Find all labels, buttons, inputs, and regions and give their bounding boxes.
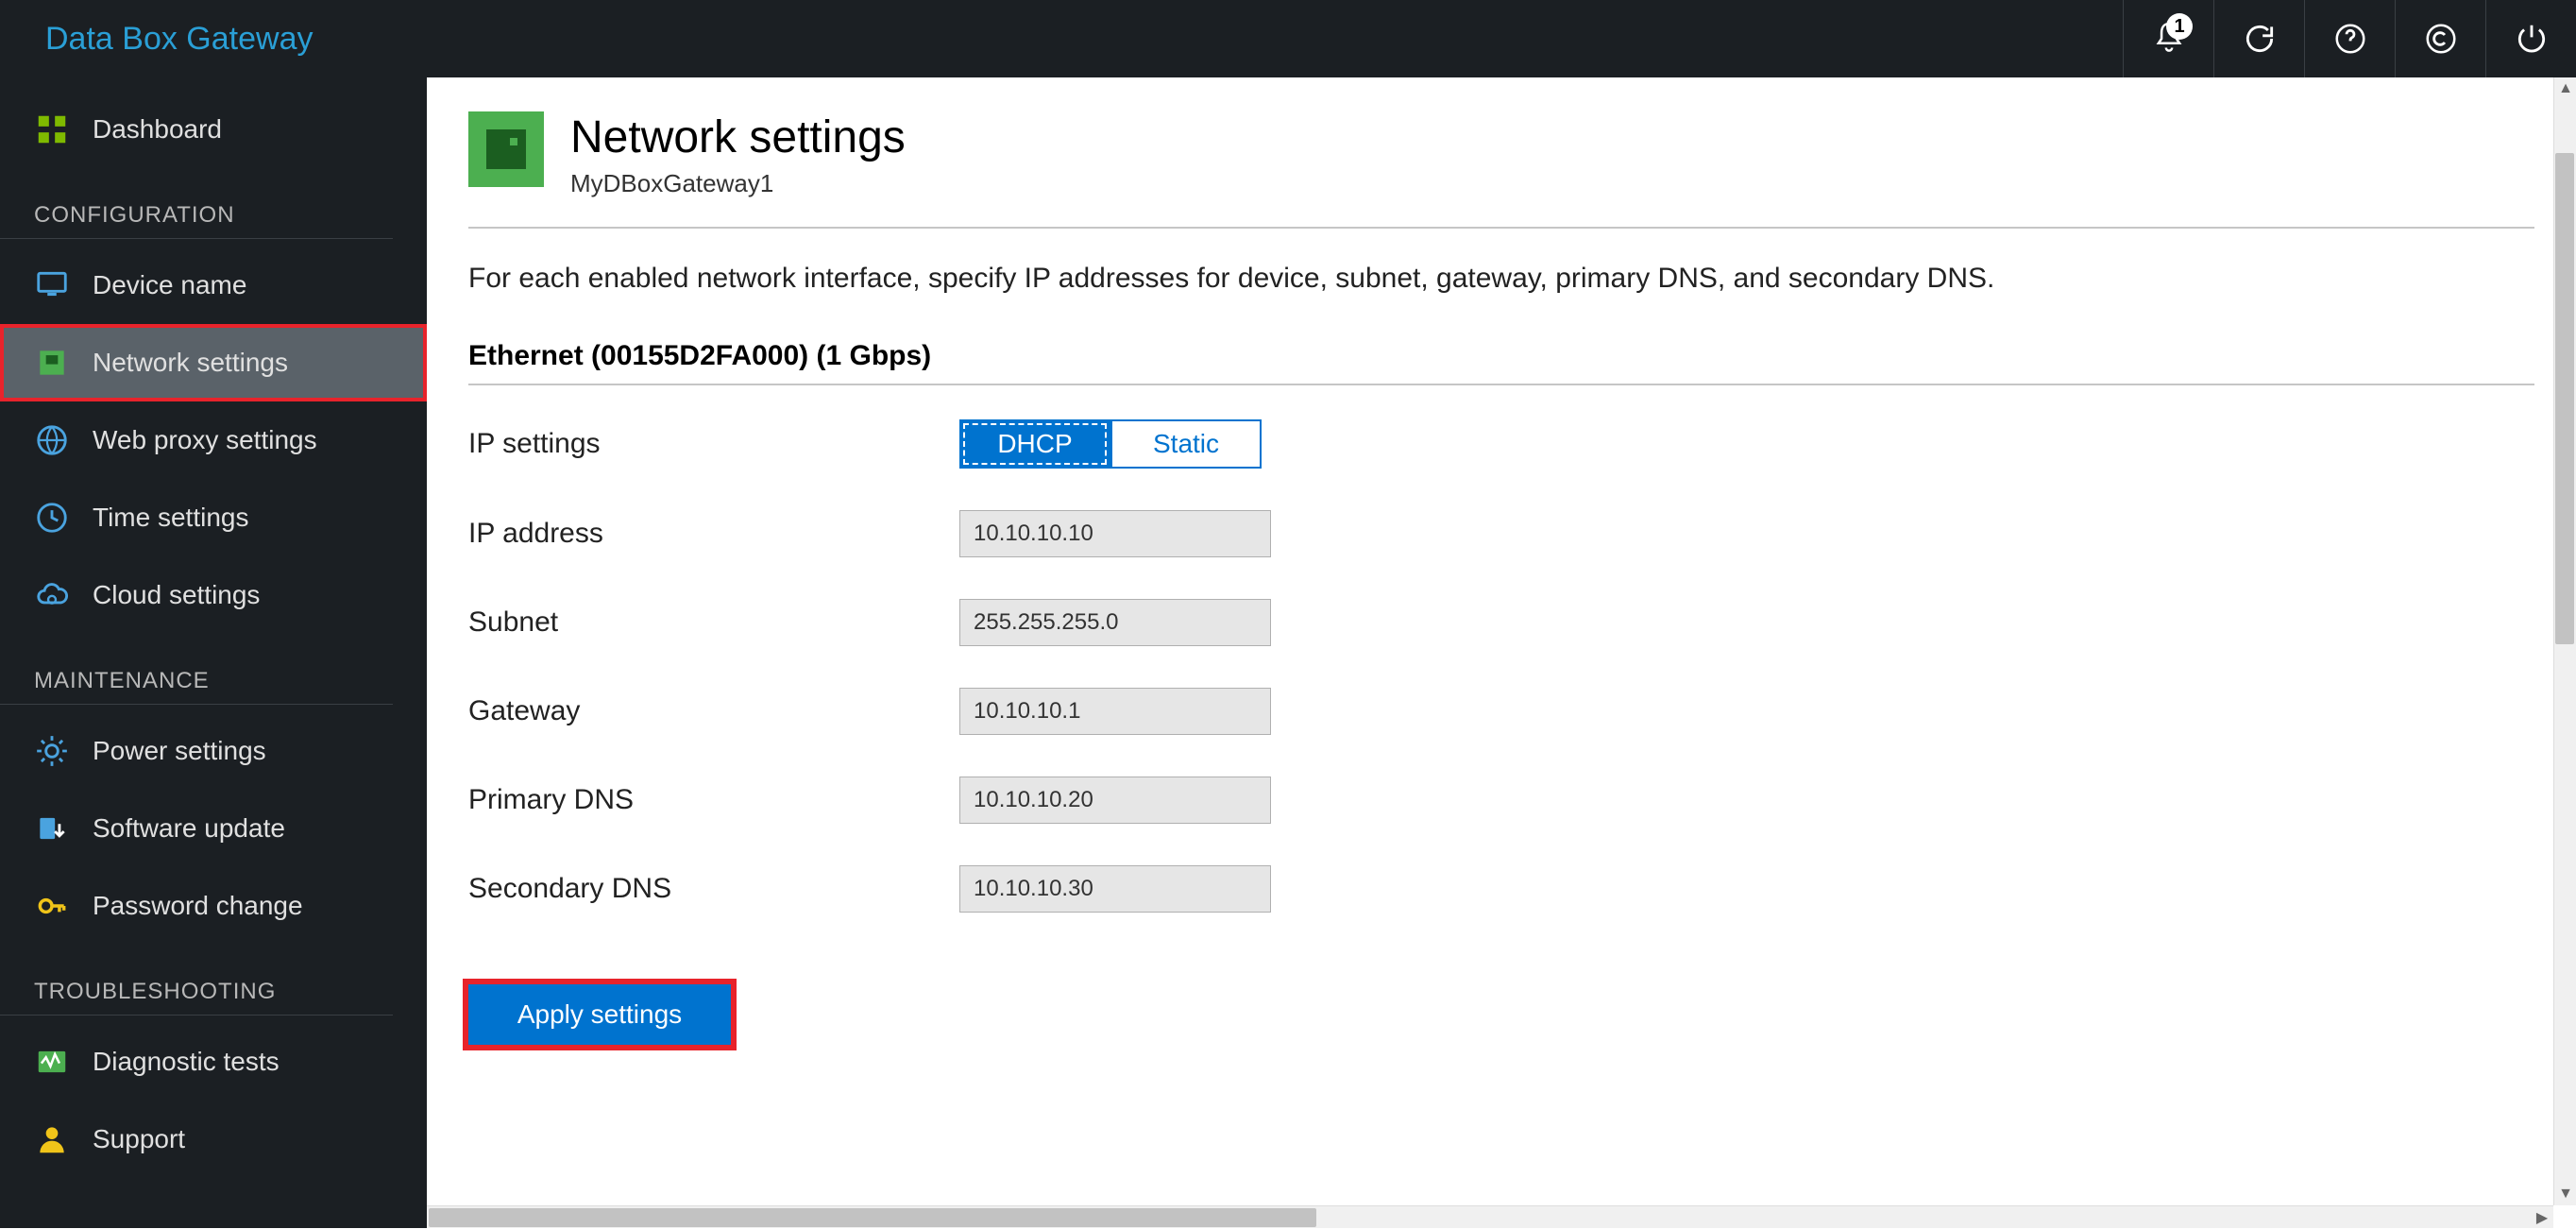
copyright-icon[interactable] (2395, 0, 2485, 77)
scroll-thumb-h[interactable] (429, 1208, 1316, 1227)
row-gateway: Gateway (468, 688, 2534, 735)
sidebar-item-software-update[interactable]: Software update (0, 790, 427, 867)
sidebar-header-configuration: CONFIGURATION (0, 168, 393, 239)
network-icon (34, 345, 70, 381)
intro-text: For each enabled network interface, spec… (468, 263, 2534, 295)
support-icon (34, 1121, 70, 1157)
row-ip-settings: IP settings DHCP Static (468, 419, 2534, 469)
main-content: Network settings MyDBoxGateway1 For each… (427, 77, 2576, 1228)
label-ip-settings: IP settings (468, 428, 959, 460)
apply-settings-button[interactable]: Apply settings (468, 984, 731, 1045)
label-ip-address: IP address (468, 518, 959, 550)
sidebar-item-label: Dashboard (93, 114, 222, 145)
input-primary-dns[interactable] (959, 777, 1271, 824)
clock-icon (34, 500, 70, 536)
sidebar-item-label: Web proxy settings (93, 425, 317, 455)
scroll-thumb-v[interactable] (2555, 153, 2574, 644)
sidebar-item-label: Time settings (93, 503, 248, 533)
row-ip-address: IP address (468, 510, 2534, 557)
toggle-static[interactable]: Static (1110, 419, 1262, 469)
key-icon (34, 888, 70, 924)
notification-badge: 1 (2166, 13, 2193, 40)
page-icon (468, 111, 544, 187)
input-gateway[interactable] (959, 688, 1271, 735)
label-subnet: Subnet (468, 606, 959, 639)
gear-icon (34, 733, 70, 769)
activity-icon (34, 1044, 70, 1080)
monitor-icon (34, 267, 70, 303)
top-bar: Data Box Gateway 1 (0, 0, 2576, 77)
input-secondary-dns[interactable] (959, 865, 1271, 913)
sidebar-item-label: Diagnostic tests (93, 1047, 280, 1077)
sidebar-item-diagnostic-tests[interactable]: Diagnostic tests (0, 1023, 427, 1101)
sidebar-item-device-name[interactable]: Device name (0, 247, 427, 324)
label-primary-dns: Primary DNS (468, 784, 959, 816)
vertical-scrollbar[interactable]: ▲ ▼ (2553, 77, 2576, 1205)
input-subnet[interactable] (959, 599, 1271, 646)
help-icon[interactable] (2304, 0, 2395, 77)
globe-icon (34, 422, 70, 458)
cloud-icon (34, 577, 70, 613)
sidebar-item-dashboard[interactable]: Dashboard (0, 91, 427, 168)
dashboard-icon (34, 111, 70, 147)
power-icon[interactable] (2485, 0, 2576, 77)
sidebar-item-label: Password change (93, 891, 303, 921)
label-secondary-dns: Secondary DNS (468, 873, 959, 905)
sidebar-item-label: Network settings (93, 348, 288, 378)
refresh-icon[interactable] (2213, 0, 2304, 77)
sidebar-item-network-settings[interactable]: Network settings (0, 324, 427, 401)
update-icon (34, 811, 70, 846)
row-secondary-dns: Secondary DNS (468, 865, 2534, 913)
brand-title: Data Box Gateway (0, 21, 313, 58)
sidebar-item-password-change[interactable]: Password change (0, 867, 427, 945)
ip-settings-toggle: DHCP Static (959, 419, 1262, 469)
sidebar-item-label: Power settings (93, 736, 266, 766)
sidebar-item-label: Support (93, 1124, 185, 1154)
sidebar-item-label: Software update (93, 813, 285, 844)
notification-icon[interactable]: 1 (2123, 0, 2213, 77)
row-primary-dns: Primary DNS (468, 777, 2534, 824)
sidebar-header-maintenance: MAINTENANCE (0, 634, 393, 705)
horizontal-scrollbar[interactable]: ◀ ▶ (427, 1205, 2553, 1228)
sidebar-item-label: Cloud settings (93, 580, 260, 610)
input-ip-address[interactable] (959, 510, 1271, 557)
scroll-down-icon[interactable]: ▼ (2554, 1183, 2576, 1205)
toggle-dhcp[interactable]: DHCP (959, 419, 1110, 469)
sidebar-item-time-settings[interactable]: Time settings (0, 479, 427, 556)
sidebar-item-cloud-settings[interactable]: Cloud settings (0, 556, 427, 634)
sidebar-item-power-settings[interactable]: Power settings (0, 712, 427, 790)
row-subnet: Subnet (468, 599, 2534, 646)
page-title: Network settings (570, 111, 906, 163)
sidebar: Dashboard CONFIGURATION Device name Netw… (0, 77, 427, 1228)
scroll-up-icon[interactable]: ▲ (2554, 77, 2576, 100)
page-subtitle: MyDBoxGateway1 (570, 169, 906, 198)
sidebar-header-troubleshooting: TROUBLESHOOTING (0, 945, 393, 1016)
sidebar-item-web-proxy[interactable]: Web proxy settings (0, 401, 427, 479)
interface-title: Ethernet (00155D2FA000) (1 Gbps) (468, 340, 2534, 385)
sidebar-item-label: Device name (93, 270, 246, 300)
scroll-right-icon[interactable]: ▶ (2531, 1206, 2553, 1229)
sidebar-item-support[interactable]: Support (0, 1101, 427, 1178)
label-gateway: Gateway (468, 695, 959, 727)
page-header: Network settings MyDBoxGateway1 (468, 111, 2534, 229)
